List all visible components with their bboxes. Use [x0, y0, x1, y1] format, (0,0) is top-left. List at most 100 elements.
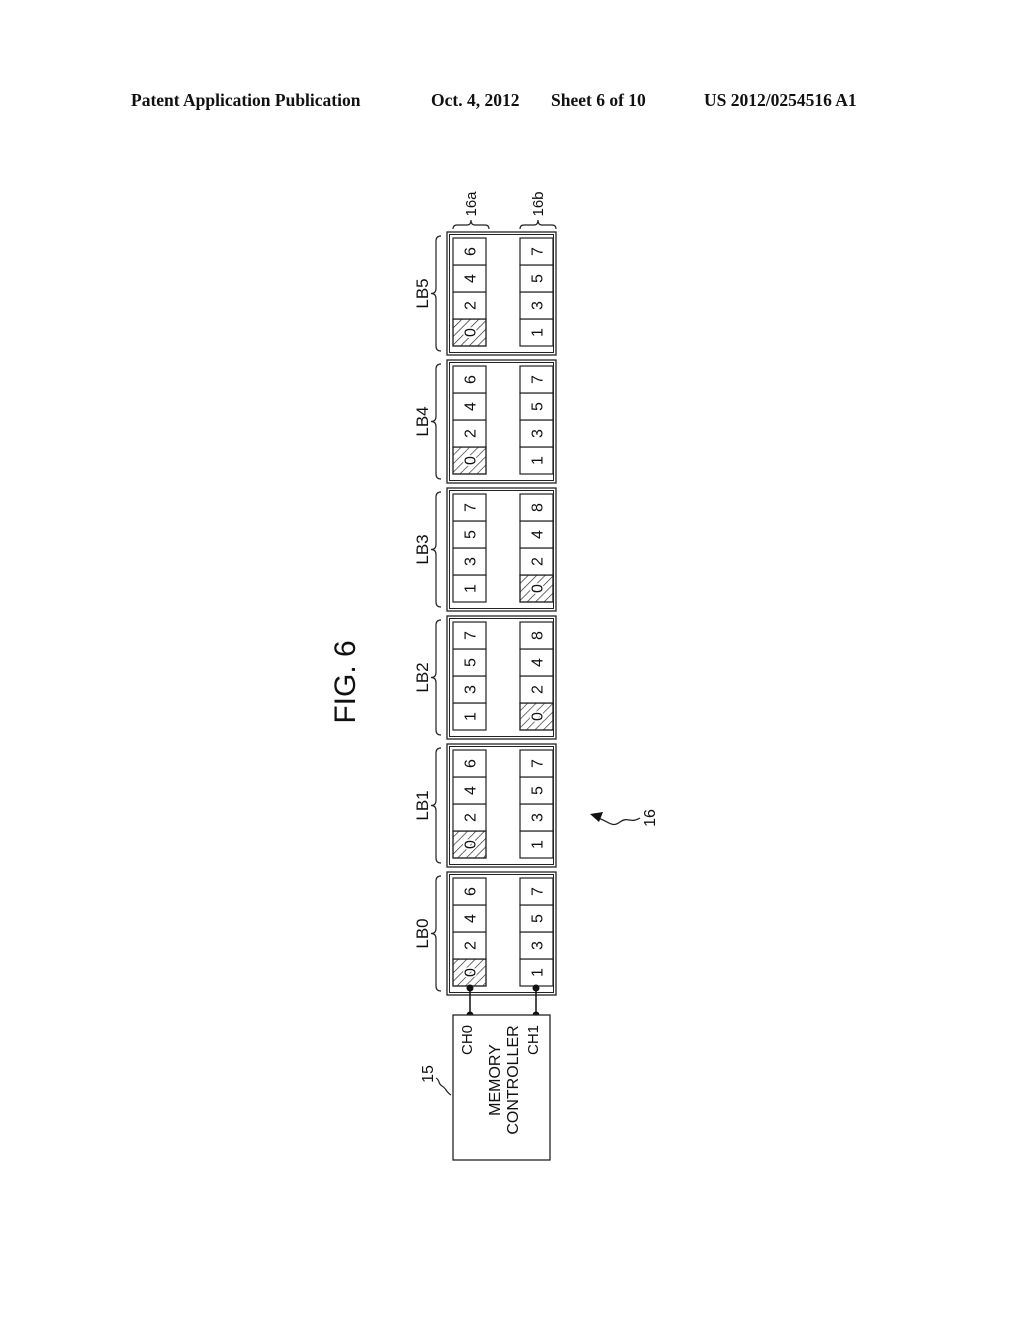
memory-cell: 8: [519, 493, 554, 522]
bank-brace: [430, 875, 442, 992]
node-dot: [466, 984, 474, 992]
cell-value: 2: [463, 813, 480, 822]
memory-cell: 1: [452, 702, 487, 731]
cell-value: 0: [530, 712, 547, 721]
cell-value: 5: [530, 786, 547, 795]
cell-value: 3: [530, 429, 547, 438]
memory-cell: 1: [519, 446, 554, 475]
bank-label: LB5: [413, 278, 432, 308]
memory-cell: 1: [519, 958, 554, 987]
memory-cell: 2: [452, 291, 487, 320]
cell-value: 8: [530, 503, 547, 512]
figure-title: FIG. 6: [329, 640, 362, 723]
cell-value: 0: [463, 840, 480, 849]
cell-value: 4: [530, 658, 547, 667]
cell-value: 2: [463, 941, 480, 950]
bank-label: LB3: [413, 534, 432, 564]
hatched-memory-cell: 0: [519, 702, 554, 731]
cell-value: 0: [463, 456, 480, 465]
cell-value: 4: [463, 914, 480, 923]
column-ref-16b: 16b: [519, 191, 557, 230]
memory-controller: CH0 CH1 MEMORY CONTROLLER 15: [420, 1014, 551, 1161]
cell-value: 7: [530, 375, 547, 384]
channel-wires: [466, 984, 540, 1019]
hatched-memory-cell: 0: [519, 574, 554, 603]
logical-banks: 0 2 4 6 1 3 5 7 LB0 0 2 4 6 1 3 5 7 LB1 1 3 5 7 0 2 4 8 LB2 1 3 5 7 0 2 4…: [413, 231, 557, 996]
bank-brace: [430, 619, 442, 736]
memory-cell: 5: [519, 776, 554, 805]
cell-value: 6: [463, 887, 480, 896]
memory-cell: 3: [519, 419, 554, 448]
memory-cell: 5: [519, 904, 554, 933]
memory-cell: 6: [452, 749, 487, 778]
memory-cell: 6: [452, 365, 487, 394]
memory-cell: 3: [519, 931, 554, 960]
memory-cell: 4: [452, 392, 487, 421]
node-dot: [532, 984, 540, 992]
cell-value: 2: [530, 685, 547, 694]
channel-label-ch0: CH0: [459, 1025, 476, 1055]
memory-cell: 3: [519, 291, 554, 320]
memory-cell: 4: [452, 776, 487, 805]
cell-value: 4: [463, 274, 480, 283]
memory-cell: 6: [452, 877, 487, 906]
memory-cell: 3: [452, 675, 487, 704]
cell-value: 1: [463, 584, 480, 593]
memory-cell: 7: [452, 493, 487, 522]
cell-value: 2: [530, 557, 547, 566]
bank-brace: [430, 491, 442, 608]
memory-cell: 4: [452, 264, 487, 293]
logical-bank-lb0: 0 2 4 6 1 3 5 7 LB0: [413, 871, 557, 996]
memory-cell: 2: [519, 547, 554, 576]
cell-value: 4: [463, 786, 480, 795]
cell-value: 5: [530, 914, 547, 923]
cell-value: 0: [463, 968, 480, 977]
arrow-head-icon: [590, 812, 603, 822]
logical-bank-lb1: 0 2 4 6 1 3 5 7 LB1: [413, 743, 557, 868]
cell-value: 7: [463, 503, 480, 512]
bank-brace: [430, 235, 442, 352]
memory-cell: 7: [519, 365, 554, 394]
cell-value: 3: [463, 557, 480, 566]
memory-cell: 7: [452, 621, 487, 650]
controller-ref-leader: [435, 1077, 452, 1096]
cell-value: 6: [463, 247, 480, 256]
controller-ref-label: 15: [420, 1065, 437, 1083]
controller-label-line1: MEMORY: [487, 1044, 504, 1116]
logical-bank-lb4: 0 2 4 6 1 3 5 7 LB4: [413, 359, 557, 484]
bank-label: LB0: [413, 918, 432, 948]
squiggle-leader: [597, 817, 641, 826]
hatched-memory-cell: 0: [452, 446, 487, 475]
figure-6-diagram: FIG. 6 16a 16b 0 2 4 6 1 3 5 7 LB0 0 2 4 6 1 3 5 7 LB1 1 3 5…: [329, 191, 659, 1161]
memory-cell: 4: [519, 648, 554, 677]
column-ref-label-16b: 16b: [530, 191, 547, 216]
memory-cell: 5: [519, 264, 554, 293]
memory-cell: 2: [452, 803, 487, 832]
memory-cell: 2: [452, 419, 487, 448]
cell-value: 1: [530, 328, 547, 337]
memory-cell: 4: [452, 904, 487, 933]
cell-value: 5: [463, 530, 480, 539]
bank-label: LB2: [413, 662, 432, 692]
memory-cell: 2: [452, 931, 487, 960]
cell-value: 6: [463, 375, 480, 384]
cell-value: 3: [530, 941, 547, 950]
hatched-memory-cell: 0: [452, 318, 487, 347]
cell-value: 0: [530, 584, 547, 593]
cell-value: 8: [530, 631, 547, 640]
column-ref-16a: 16a: [452, 191, 490, 230]
system-ref-16: 16: [590, 809, 659, 827]
hatched-memory-cell: 0: [452, 830, 487, 859]
bank-brace: [430, 747, 442, 864]
memory-cell: 1: [519, 830, 554, 859]
cell-value: 5: [530, 274, 547, 283]
memory-cell: 3: [519, 803, 554, 832]
bank-brace: [430, 363, 442, 480]
bank-label: LB1: [413, 790, 432, 820]
memory-cell: 7: [519, 877, 554, 906]
logical-bank-lb3: 1 3 5 7 0 2 4 8 LB3: [413, 487, 557, 612]
cell-value: 4: [463, 402, 480, 411]
cell-value: 1: [530, 968, 547, 977]
system-ref-label: 16: [642, 809, 659, 827]
channel-label-ch1: CH1: [525, 1025, 542, 1055]
